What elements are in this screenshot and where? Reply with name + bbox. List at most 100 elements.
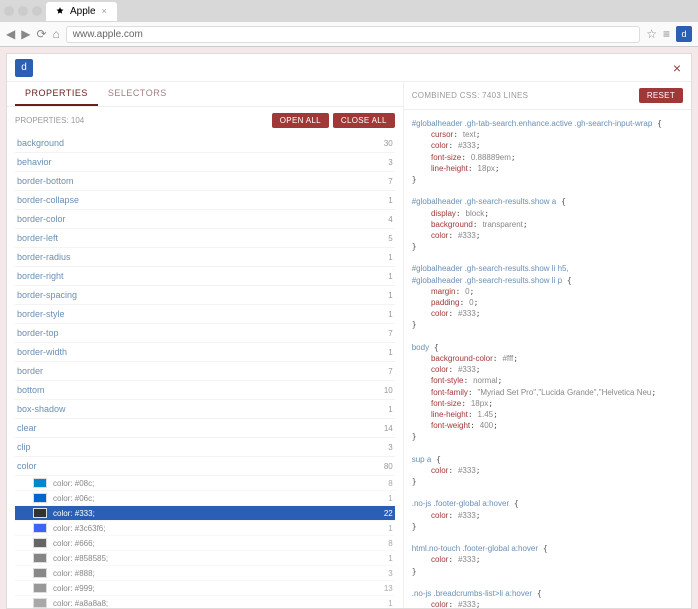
color-value-row[interactable]: color: #06c; 1	[15, 491, 395, 506]
property-count: 80	[384, 462, 393, 471]
property-row[interactable]: bottom10	[15, 381, 395, 400]
color-swatch	[33, 508, 47, 518]
property-name: border-spacing	[17, 290, 77, 300]
color-count: 1	[388, 599, 392, 608]
props-header: PROPERTIES: 104 OPEN ALL CLOSE ALL	[7, 107, 403, 134]
reset-button[interactable]: RESET	[639, 88, 683, 103]
browser-tab[interactable]: 🟊 Apple ×	[46, 2, 117, 21]
apple-favicon: 🟊	[56, 4, 64, 19]
color-count: 1	[388, 524, 392, 533]
property-row[interactable]: border-style1	[15, 305, 395, 324]
property-row[interactable]: background30	[15, 134, 395, 153]
color-count: 13	[384, 584, 393, 593]
property-name: clear	[17, 423, 37, 433]
property-count: 1	[388, 310, 392, 319]
color-count: 1	[388, 554, 392, 563]
url-bar[interactable]: www.apple.com	[66, 26, 640, 43]
url-text: www.apple.com	[73, 29, 143, 40]
color-count: 22	[384, 509, 393, 518]
color-value-row[interactable]: color: #666;8	[15, 536, 395, 551]
color-label: color: #a8a8a8;	[53, 599, 108, 608]
open-all-button[interactable]: OPEN ALL	[272, 113, 329, 128]
property-count: 7	[388, 329, 392, 338]
forward-button[interactable]: ▶	[21, 27, 30, 41]
color-value-row[interactable]: color: #08c;8	[15, 476, 395, 491]
property-name: border-top	[17, 328, 59, 338]
property-row[interactable]: border-color4	[15, 210, 395, 229]
color-label: color: #999;	[53, 584, 95, 593]
property-count: 3	[388, 443, 392, 452]
color-swatch	[33, 598, 47, 608]
browser-nav-row: ◀ ▶ ⟳ ⌂ www.apple.com ☆ ≡ d	[0, 22, 698, 46]
property-row[interactable]: border-top 7	[15, 324, 395, 343]
main-area: PROPERTIESSELECTORS PROPERTIES: 104 OPEN…	[7, 82, 691, 608]
property-name: box-shadow	[17, 404, 66, 414]
props-count-label: PROPERTIES: 104	[15, 116, 84, 125]
window-control-dot[interactable]	[4, 6, 14, 16]
window-control-dot[interactable]	[18, 6, 28, 16]
property-row[interactable]: border 7	[15, 362, 395, 381]
color-value-row[interactable]: color: #888; 3	[15, 566, 395, 581]
property-row[interactable]: border-left5	[15, 229, 395, 248]
property-row[interactable]: color 80	[15, 457, 395, 476]
close-icon[interactable]: ×	[102, 6, 107, 16]
property-row[interactable]: border-bottom7	[15, 172, 395, 191]
property-name: border	[17, 366, 43, 376]
color-count: 3	[388, 569, 392, 578]
color-swatch	[33, 478, 47, 488]
color-label: color: #06c;	[53, 494, 94, 503]
color-swatch	[33, 583, 47, 593]
property-name: clip	[17, 442, 31, 452]
color-value-row[interactable]: color: #3c63f6; 1	[15, 521, 395, 536]
color-count: 1	[388, 494, 392, 503]
close-all-button[interactable]: CLOSE ALL	[333, 113, 395, 128]
property-name: border-width	[17, 347, 67, 357]
window-control-dot[interactable]	[32, 6, 42, 16]
left-panel: PROPERTIESSELECTORS PROPERTIES: 104 OPEN…	[7, 82, 404, 608]
color-label: color: #858585;	[53, 554, 108, 563]
color-count: 8	[388, 479, 392, 488]
app-header: d ×	[7, 54, 691, 82]
color-value-row[interactable]: color: #333;22	[15, 506, 395, 521]
property-name: border-bottom	[17, 176, 74, 186]
property-count: 4	[388, 215, 392, 224]
browser-tabs-row: 🟊 Apple ×	[0, 0, 698, 22]
property-row[interactable]: clip 3	[15, 438, 395, 457]
property-name: border-radius	[17, 252, 71, 262]
close-icon[interactable]: ×	[673, 60, 681, 76]
property-row[interactable]: border-spacing 1	[15, 286, 395, 305]
property-name: bottom	[17, 385, 45, 395]
bookmark-icon[interactable]: ☆	[646, 27, 657, 41]
color-label: color: #3c63f6;	[53, 524, 105, 533]
property-row[interactable]: box-shadow 1	[15, 400, 395, 419]
property-count: 1	[388, 405, 392, 414]
css-code[interactable]: #globalheader .gh-tab-search.enhance.act…	[404, 110, 691, 608]
property-name: behavior	[17, 157, 52, 167]
reload-button[interactable]: ⟳	[36, 27, 46, 41]
color-label: color: #888;	[53, 569, 95, 578]
property-count: 7	[388, 367, 392, 376]
back-button[interactable]: ◀	[6, 27, 15, 41]
property-row[interactable]: border-collapse1	[15, 191, 395, 210]
property-row[interactable]: border-width 1	[15, 343, 395, 362]
browser-chrome: 🟊 Apple × ◀ ▶ ⟳ ⌂ www.apple.com ☆ ≡ d	[0, 0, 698, 47]
color-value-row[interactable]: color: #858585; 1	[15, 551, 395, 566]
tabs-bar: PROPERTIESSELECTORS	[7, 82, 403, 107]
property-count: 1	[388, 348, 392, 357]
property-count: 1	[388, 291, 392, 300]
menu-icon[interactable]: ≡	[663, 27, 670, 41]
property-row[interactable]: border-radius1	[15, 248, 395, 267]
property-row[interactable]: border-right1	[15, 267, 395, 286]
property-row[interactable]: behavior3	[15, 153, 395, 172]
property-name: color	[17, 461, 37, 471]
home-button[interactable]: ⌂	[53, 27, 60, 41]
tab-properties[interactable]: PROPERTIES	[15, 82, 98, 106]
property-row[interactable]: clear 14	[15, 419, 395, 438]
extension-icon[interactable]: d	[676, 26, 692, 42]
tab-selectors[interactable]: SELECTORS	[98, 82, 177, 106]
color-value-row[interactable]: color: #a8a8a8; 1	[15, 596, 395, 608]
property-name: border-left	[17, 233, 58, 243]
app-panel: d × PROPERTIESSELECTORS PROPERTIES: 104 …	[6, 53, 692, 609]
property-count: 14	[384, 424, 393, 433]
color-value-row[interactable]: color: #999; 13	[15, 581, 395, 596]
